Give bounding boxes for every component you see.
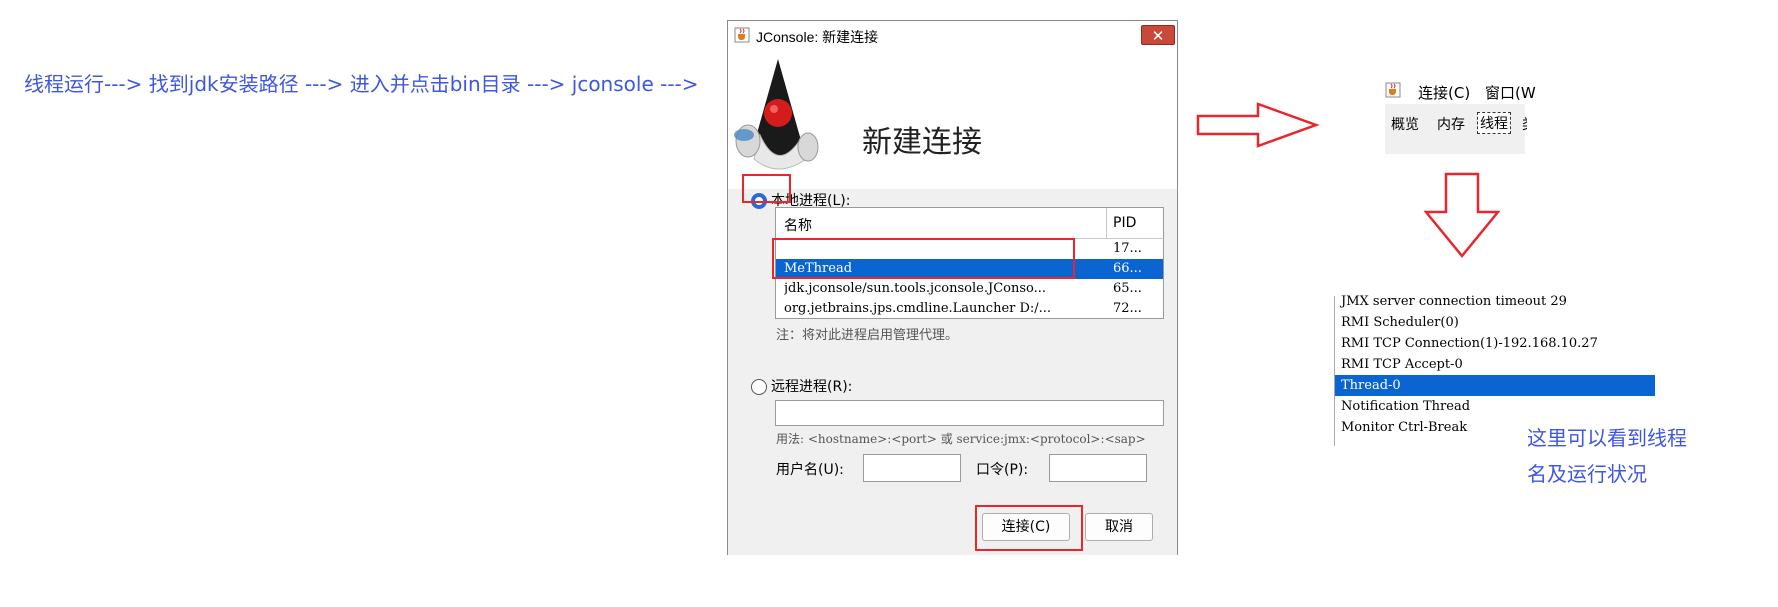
password-label: 口令(P): <box>976 462 1029 478</box>
remote-process-radio[interactable] <box>751 379 767 395</box>
password-field[interactable] <box>1049 454 1147 482</box>
caption-line-2: 名及运行状况 <box>1527 462 1647 486</box>
header-title: 新建连接 <box>862 125 982 160</box>
table-header: 名称 PID <box>776 208 1163 239</box>
title-bar: JConsole: 新建连接 ✕ <box>728 21 1177 50</box>
remote-process-input[interactable] <box>775 400 1164 426</box>
right-arrow-icon <box>1196 102 1320 148</box>
close-button[interactable]: ✕ <box>1141 25 1175 45</box>
tab-overview[interactable]: 概览 <box>1389 114 1421 134</box>
table-row[interactable]: jdk.jconsole/sun.tools.jconsole.JConso..… <box>776 279 1163 299</box>
highlight-methread-row <box>772 238 1075 279</box>
column-header-name[interactable]: 名称 <box>784 215 812 235</box>
list-item[interactable]: RMI TCP Accept-0 <box>1341 354 1463 375</box>
process-pid: 65... <box>1113 281 1142 296</box>
menu-connection[interactable]: 连接(C) <box>1418 82 1470 103</box>
process-pid: 66... <box>1113 261 1142 276</box>
list-item[interactable]: Notification Thread <box>1341 396 1470 417</box>
cancel-button[interactable]: 取消 <box>1085 513 1153 541</box>
column-header-pid[interactable]: PID <box>1113 215 1136 231</box>
process-pid: 72... <box>1113 301 1142 316</box>
close-icon: ✕ <box>1151 27 1165 45</box>
process-pid: 17... <box>1113 241 1142 256</box>
jconsole-new-connection-dialog: JConsole: 新建连接 ✕ 新建连接 本地进程(L): 名称 PID 17… <box>727 20 1178 555</box>
caption-line-1: 这里可以看到线程 <box>1527 426 1687 450</box>
username-label: 用户名(U): <box>776 462 844 478</box>
usage-hint: 用法: <hostname>:<port> 或 service:jmx:<pro… <box>776 432 1146 446</box>
process-name: jdk.jconsole/sun.tools.jconsole.JConso..… <box>784 281 1047 296</box>
list-item-selected[interactable]: Thread-0 <box>1335 375 1655 396</box>
java-cup-icon <box>734 27 750 43</box>
down-arrow-icon <box>1424 172 1500 258</box>
tab-memory[interactable]: 内存 <box>1435 114 1467 134</box>
username-field[interactable] <box>863 454 961 482</box>
list-item[interactable]: RMI TCP Connection(1)-192.168.10.27 <box>1341 333 1598 354</box>
duke-mascot-logo <box>734 59 819 170</box>
table-row[interactable]: org.jetbrains.jps.cmdline.Launcher D:/..… <box>776 299 1163 319</box>
process-name: org.jetbrains.jps.cmdline.Launcher D:/..… <box>784 301 1052 316</box>
window-title: JConsole: 新建连接 <box>756 29 879 45</box>
threads-tab-focus <box>1476 110 1516 138</box>
list-item[interactable]: Monitor Ctrl-Break <box>1341 417 1467 438</box>
tab-classes[interactable]: 类 <box>1520 114 1527 134</box>
instruction-text: 线程运行---> 找到jdk安装路径 ---> 进入并点击bin目录 ---> … <box>24 72 699 96</box>
list-item[interactable]: RMI Scheduler(0) <box>1341 312 1459 333</box>
highlight-local-radio <box>742 174 791 203</box>
menu-window[interactable]: 窗口(W <box>1485 82 1536 103</box>
java-cup-icon <box>1385 82 1401 98</box>
management-agent-note: 注：将对此进程启用管理代理。 <box>776 328 959 343</box>
remote-process-label: 远程进程(R): <box>771 379 853 395</box>
list-item[interactable]: JMX server connection timeout 29 <box>1341 291 1567 312</box>
dialog-header: 新建连接 <box>728 49 1177 189</box>
highlight-connect-button <box>975 505 1083 551</box>
menu-bar: 连接(C) 窗口(W <box>1385 74 1536 104</box>
